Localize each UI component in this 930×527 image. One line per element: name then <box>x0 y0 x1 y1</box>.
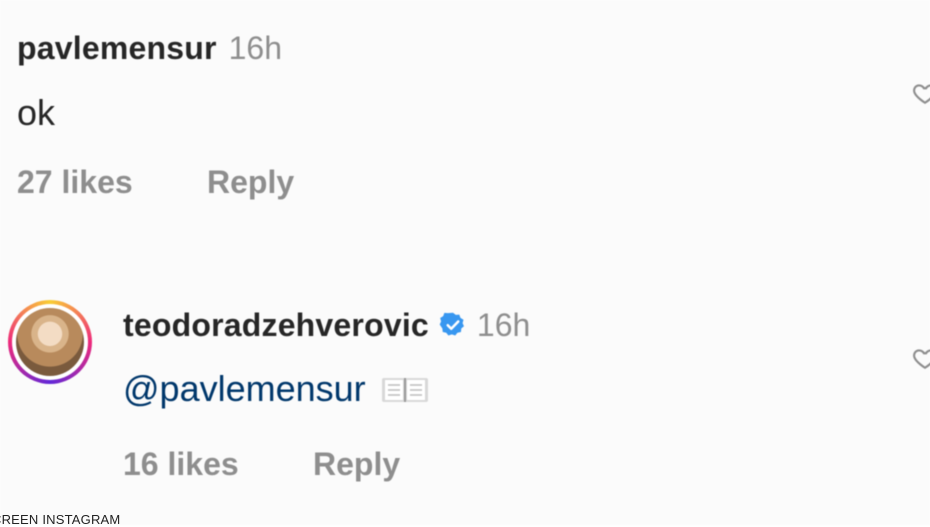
heart-icon[interactable] <box>912 345 930 371</box>
open-book-icon <box>381 378 428 402</box>
comment-actions: 16 likes Reply <box>123 446 883 483</box>
comment-header: pavlemensur 16h <box>17 30 897 80</box>
comment-username[interactable]: teodoradzehverovic <box>123 307 429 344</box>
avatar-story-ring[interactable] <box>8 300 92 384</box>
avatar <box>16 308 84 376</box>
comment-text: ok <box>17 92 56 133</box>
heart-icon[interactable] <box>912 80 930 106</box>
comment-thread: pavlemensur 16h ok 27 likes Reply teodor… <box>0 0 930 525</box>
comment-text: @pavlemensur <box>123 364 883 414</box>
likes-count[interactable]: 16 likes <box>123 446 313 483</box>
comment-timestamp: 16h <box>476 306 531 343</box>
reply-button[interactable]: Reply <box>207 164 294 201</box>
reply-button[interactable]: Reply <box>313 446 400 483</box>
mention-link[interactable]: @pavlemensur <box>123 368 366 410</box>
comment-header: teodoradzehverovic 16h <box>123 300 883 350</box>
comment-actions: 27 likes Reply <box>17 164 897 201</box>
comment-timestamp: 16h <box>228 30 283 66</box>
likes-count[interactable]: 27 likes <box>17 164 207 201</box>
verified-badge-icon <box>439 312 464 336</box>
comment-body: teodoradzehverovic 16h @pavlemensur 16 l… <box>123 300 883 483</box>
comment-item: pavlemensur 16h ok 27 likes Reply <box>17 30 897 201</box>
comment-username[interactable]: pavlemensur <box>17 30 217 67</box>
